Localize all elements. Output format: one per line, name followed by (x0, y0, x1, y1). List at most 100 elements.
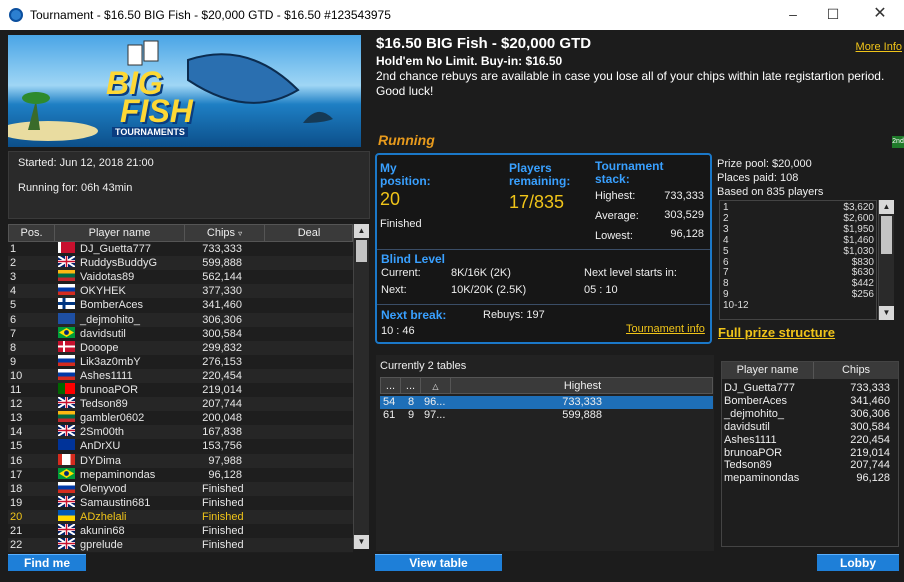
player-position: 6 (10, 313, 17, 326)
player-name: BomberAces (80, 299, 143, 312)
table-player-row[interactable]: BomberAces 341,460 (722, 395, 898, 408)
player-row[interactable]: 15 AnDrXU 153,756 (8, 439, 353, 453)
flag-icon (57, 396, 76, 409)
table-player-chips: 306,306 (850, 407, 890, 420)
player-name: Olenyvod (80, 482, 127, 495)
col-player-name[interactable]: Player name (55, 225, 185, 242)
window-title: Tournament - $16.50 BIG Fish - $20,000 G… (30, 8, 391, 22)
player-row[interactable]: 10 Ashes1111 220,454 (8, 368, 353, 383)
prize-place: 3 (723, 223, 729, 235)
player-row[interactable]: 1 DJ_Guetta777 733,333 (8, 242, 353, 256)
table-player-name: davidsutil (724, 420, 770, 433)
divider (377, 304, 710, 305)
player-chips: 300,584 (202, 327, 242, 340)
col-tp-chips[interactable]: Chips (814, 362, 898, 379)
player-row[interactable]: 17 mepaminondas 96,128 (8, 467, 353, 482)
scroll-up-icon[interactable]: ▲ (879, 200, 894, 214)
player-chips: Finished (202, 510, 244, 523)
scroll-thumb[interactable] (356, 240, 367, 262)
more-info-link[interactable]: More Info (856, 41, 902, 53)
flag-icon (58, 467, 75, 479)
scroll-down-icon[interactable]: ▼ (354, 535, 369, 549)
player-row[interactable]: 2 RuddysBuddyG 599,888 (8, 255, 353, 271)
players-remaining-label: Players remaining: (509, 161, 571, 188)
lobby-button[interactable]: Lobby (817, 554, 899, 571)
col-chips[interactable]: Chips ▿ (185, 225, 265, 242)
tournament-type: Hold'em No Limit. Buy-in: $16.50 (376, 54, 563, 68)
scroll-down-icon[interactable]: ▼ (879, 306, 894, 320)
col-table-3[interactable]: △ (421, 378, 451, 394)
player-row[interactable]: 22 gprelude Finished (8, 537, 353, 553)
player-row[interactable]: 11 brunoaPOR 219,014 (8, 383, 353, 397)
player-row[interactable]: 3 Vaidotas89 562,144 (8, 270, 353, 284)
col-pos[interactable]: Pos. (9, 225, 55, 242)
player-row[interactable]: 6 _dejmohito_ 306,306 (8, 312, 353, 327)
table-player-row[interactable]: brunoaPOR 219,014 (722, 447, 898, 460)
maximize-button[interactable]: ☐ (823, 4, 843, 24)
player-name: AnDrXU (80, 440, 121, 453)
table-row[interactable]: 54 8 96... 733,333 (380, 396, 713, 409)
flag-icon (58, 340, 75, 352)
player-row[interactable]: 5 BomberAces 341,460 (8, 298, 353, 312)
find-me-button[interactable]: Find me (8, 554, 86, 571)
player-row[interactable]: 8 Dooope 299,832 (8, 340, 353, 355)
table-player-row[interactable]: _dejmohito_ 306,306 (722, 408, 898, 421)
col-table-1[interactable]: ... (381, 378, 401, 394)
current-blind-value: 8K/16K (2K) (451, 267, 511, 279)
table-player-chips: 733,333 (850, 382, 890, 394)
next-blind-value: 10K/20K (2.5K) (451, 284, 527, 296)
scroll-up-icon[interactable]: ▲ (354, 224, 369, 238)
player-row[interactable]: 9 Lik3az0mbY 276,153 (8, 354, 353, 369)
player-row[interactable]: 7 davidsutil 300,584 (8, 326, 353, 341)
prize-amount: $1,460 (843, 234, 874, 246)
col-tp-name[interactable]: Player name (722, 362, 814, 379)
player-chips: Finished (202, 496, 244, 509)
prize-place: 5 (723, 245, 729, 257)
player-row[interactable]: 19 Samaustin681 Finished (8, 494, 353, 510)
player-row[interactable]: 21 akunin68 Finished (8, 523, 353, 538)
divider (377, 249, 710, 250)
prize-row: 5 $1,030 (720, 245, 876, 258)
table-player-row[interactable]: DJ_Guetta777 733,333 (722, 382, 898, 395)
player-chips: 306,306 (202, 313, 242, 326)
player-row[interactable]: 4 OKYHEK 377,330 (8, 284, 353, 299)
player-name: Tedson89 (80, 398, 128, 411)
players-scrollbar[interactable]: ▲ ▼ (353, 224, 369, 549)
minimize-button[interactable]: – (783, 4, 803, 24)
player-row[interactable]: 16 DYDima 97,988 (8, 453, 353, 468)
col-table-2[interactable]: ... (401, 378, 421, 394)
player-position: 19 (10, 496, 23, 509)
table-player-row[interactable]: Tedson89 207,744 (722, 459, 898, 472)
col-deal[interactable]: Deal (265, 225, 353, 242)
table-player-row[interactable]: Ashes1111 220,454 (722, 434, 898, 447)
player-row[interactable]: 18 Olenyvod Finished (8, 481, 353, 496)
table-player-row[interactable]: davidsutil 300,584 (722, 421, 898, 434)
flag-icon (58, 368, 75, 380)
scroll-thumb[interactable] (881, 216, 892, 254)
table-player-name: _dejmohito_ (724, 407, 784, 420)
table-player-chips: 220,454 (850, 433, 890, 446)
flag-icon (58, 270, 75, 282)
highest-value: 733,333 (664, 190, 704, 202)
player-row[interactable]: 12 Tedson89 207,744 (8, 396, 353, 412)
tournament-info-link[interactable]: Tournament info (626, 323, 705, 335)
prize-scrollbar[interactable]: ▲ ▼ (878, 200, 894, 320)
lowest-value: 96,128 (670, 228, 704, 240)
average-label: Average: (595, 210, 639, 222)
table-player-row[interactable]: mepaminondas 96,128 (722, 472, 898, 485)
full-prize-structure-link[interactable]: Full prize structure (718, 325, 835, 340)
flag-icon (58, 354, 75, 366)
col-highest[interactable]: Highest (451, 378, 714, 394)
player-position: 9 (10, 355, 17, 368)
table-col-1: 54 (383, 396, 396, 408)
close-button[interactable]: ✕ (870, 4, 890, 24)
view-table-button[interactable]: View table (375, 554, 502, 571)
player-row[interactable]: 20 ADzhelali Finished (8, 509, 353, 524)
sort-up-icon: △ (432, 382, 439, 391)
table-player-name: mepaminondas (724, 472, 800, 485)
table-row[interactable]: 61 9 97... 599,888 (380, 409, 713, 422)
player-row[interactable]: 14 2Sm00th 167,838 (8, 424, 353, 440)
prize-row: 10-12 (720, 300, 876, 312)
table-player-chips: 207,744 (850, 459, 890, 472)
player-row[interactable]: 13 gambler0602 200,048 (8, 411, 353, 425)
